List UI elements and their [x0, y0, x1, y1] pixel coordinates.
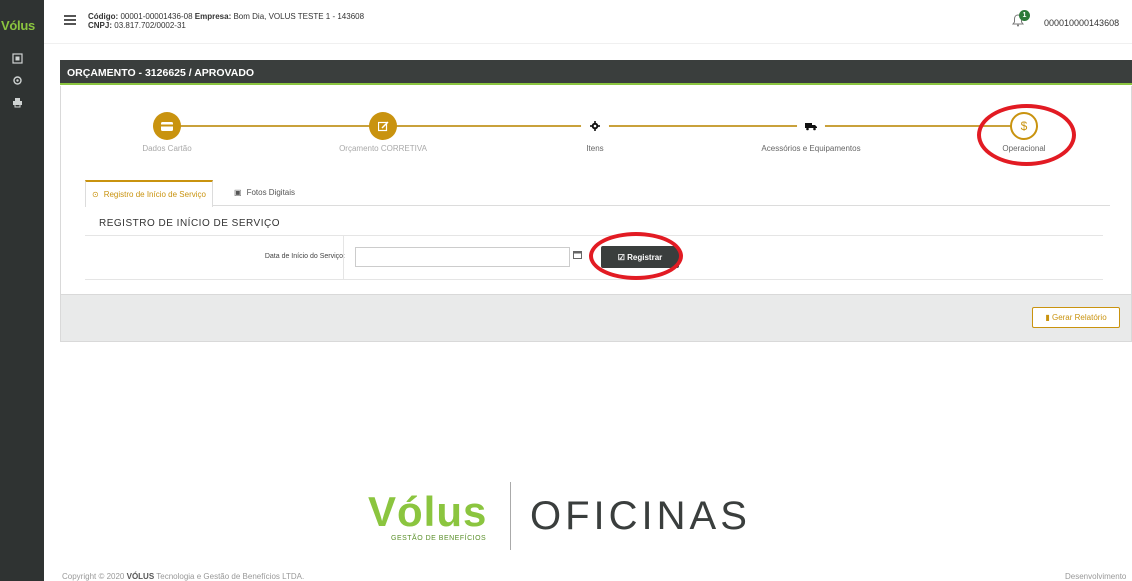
step-orcamento[interactable]: [369, 112, 397, 140]
calendar-icon[interactable]: [573, 250, 582, 261]
step-label: Itens: [586, 144, 604, 153]
step-acessorios[interactable]: [797, 112, 825, 140]
volus-logo-word: Vólus: [368, 488, 488, 535]
hamburger-menu-icon[interactable]: [64, 15, 76, 25]
volus-logo-subtitle: GESTÃO DE BENEFÍCIOS: [391, 535, 487, 542]
step-itens[interactable]: [581, 112, 609, 140]
tab-fotos-digitais[interactable]: ▣ Fotos Digitais: [228, 180, 301, 206]
highlight-ring-operacional: [977, 104, 1076, 166]
copyright-text: Copyright © 2020 VÓLUS Tecnologia e Gest…: [62, 572, 305, 581]
image-icon: ▣: [234, 188, 242, 197]
sidebar: Vólus: [0, 0, 44, 581]
panel-footer: [60, 294, 1132, 342]
bar-chart-icon: ▮: [1045, 313, 1050, 322]
date-label: Data de Início do Serviço:: [264, 253, 345, 260]
tab-registro-inicio[interactable]: ⊙ Registro de Início de Serviço: [85, 180, 213, 207]
section-title: REGISTRO DE INÍCIO DE SERVIÇO: [99, 218, 281, 229]
dashboard-icon[interactable]: [9, 50, 25, 66]
step-label: Acessórios e Equipamentos: [761, 144, 861, 153]
top-header: Código: 00001-00001436-08 Empresa: Bom D…: [44, 0, 1132, 44]
step-dados-cartao[interactable]: [153, 112, 181, 140]
date-input[interactable]: [355, 247, 570, 267]
company-info: Código: 00001-00001436-08 Empresa: Bom D…: [88, 12, 365, 30]
user-code[interactable]: 000010000143608: [1044, 18, 1119, 28]
step-label: Dados Cartão: [142, 144, 192, 153]
print-icon[interactable]: [9, 94, 25, 110]
highlight-ring-registrar: [589, 232, 683, 280]
page-title: ORÇAMENTO - 3126625 / APROVADO: [60, 60, 1132, 85]
credit-card-icon: [161, 121, 173, 131]
gerar-relatorio-button[interactable]: ▮ Gerar Relatório: [1032, 307, 1120, 328]
logo-divider: [510, 482, 511, 550]
tab-bar: ⊙ Registro de Início de Serviço ▣ Fotos Di…: [85, 180, 1110, 207]
oficinas-logo-word: OFICINAS: [530, 494, 751, 538]
developer-credit: Desenvolvimento: [1065, 572, 1127, 581]
step-label: Orçamento CORRETIVA: [339, 144, 427, 153]
form-divider: [343, 236, 344, 280]
brand-logo: Vólus: [0, 18, 44, 38]
gear-icon: [590, 121, 600, 131]
settings-icon[interactable]: [9, 72, 25, 88]
truck-icon: [805, 122, 817, 130]
clock-icon: ⊙: [92, 190, 99, 199]
edit-icon: [377, 120, 389, 131]
notification-badge: 1: [1019, 10, 1030, 21]
